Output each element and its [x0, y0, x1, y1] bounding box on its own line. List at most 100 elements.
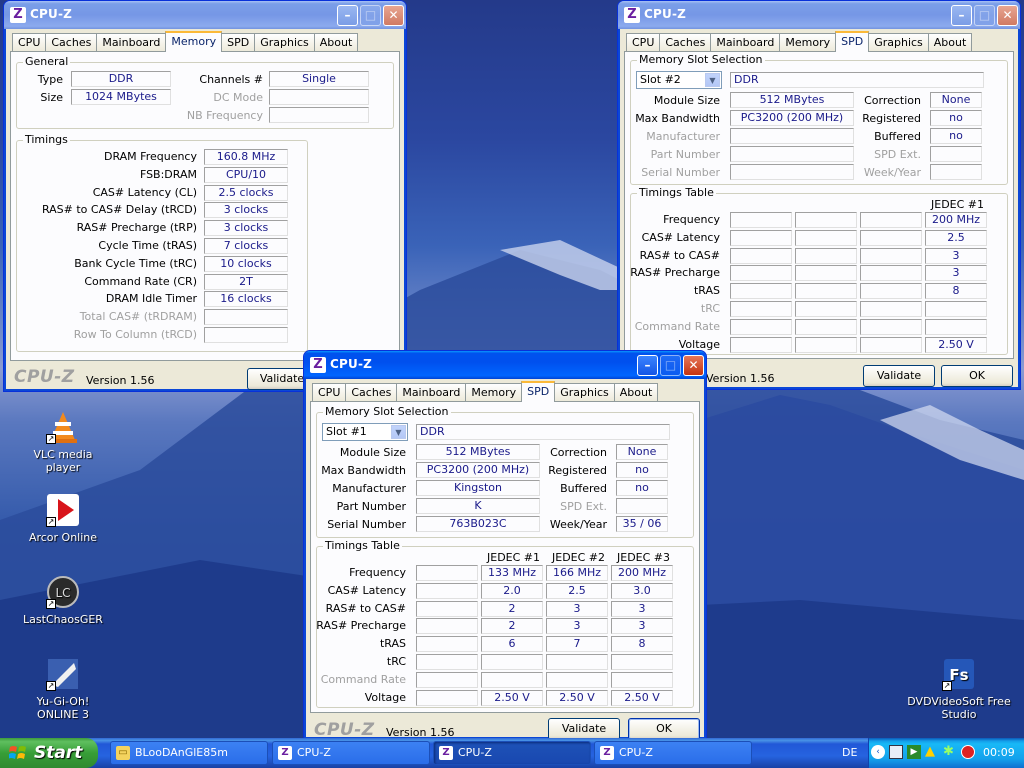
nbfreq-label: NB Frequency — [186, 109, 263, 122]
desktop-icon-lastchaos[interactable]: LC ↗ LastChaosGER — [15, 575, 111, 626]
tab-caches[interactable]: Caches — [345, 383, 398, 402]
slot-selection-group: Memory Slot Selection Slot #1 ▼ DDR Modul… — [316, 405, 694, 538]
type-value: DDR — [71, 71, 171, 87]
dcmode-label: DC Mode — [213, 91, 263, 104]
buffered-label: Buffered — [874, 130, 921, 143]
cpuz-icon: Z — [278, 746, 292, 760]
manufacturer-label: Manufacturer — [332, 482, 406, 495]
tab-spd[interactable]: SPD — [221, 33, 256, 52]
ok-button[interactable]: OK — [941, 365, 1013, 387]
jedec1-cell — [925, 318, 987, 335]
taskbar-item-cpuz-1[interactable]: Z CPU-Z — [272, 741, 430, 765]
tab-about[interactable]: About — [613, 383, 659, 402]
channels-label: Channels # — [199, 73, 263, 86]
minimize-button[interactable]: – — [951, 5, 972, 26]
start-button[interactable]: Start — [0, 738, 98, 768]
desktop-icon-yugioh[interactable]: ↗ Yu-Gi-Oh! ONLINE 3 — [15, 657, 111, 721]
jedec2-cell: 166 MHz — [546, 565, 608, 581]
tab-about[interactable]: About — [313, 33, 359, 52]
jedec-header: JEDEC #1 — [487, 551, 541, 564]
serial-number-value — [730, 164, 854, 180]
title-bar[interactable]: Z CPU-Z – □ ✕ — [304, 351, 706, 379]
clock[interactable]: 00:09 — [983, 746, 1015, 759]
validate-button[interactable]: Validate — [548, 718, 620, 740]
jedec2-cell: 7 — [546, 636, 608, 653]
close-button[interactable]: ✕ — [683, 355, 704, 376]
timing-row-label: RAS# Precharge — [316, 619, 406, 633]
desktop-icon-vlc[interactable]: ↗ VLC media player — [15, 410, 111, 474]
timing-value — [204, 309, 288, 326]
minimize-button[interactable]: – — [637, 355, 658, 376]
close-button[interactable]: ✕ — [997, 5, 1018, 26]
media-play-icon[interactable]: ▶ — [907, 745, 921, 759]
tab-cpu[interactable]: CPU — [312, 383, 347, 402]
tab-memory[interactable]: Memory — [465, 383, 523, 402]
maximize-button[interactable]: □ — [360, 5, 381, 26]
cpuz-window-spd-slot2: Z CPU-Z – □ ✕ CPU Caches Mainboard Memor… — [617, 0, 1021, 390]
lastchaos-icon: LC ↗ — [46, 575, 80, 609]
slot-selected-value: Slot #2 — [640, 73, 681, 86]
taskbar-item-cpuz-2[interactable]: Z CPU-Z — [433, 741, 591, 765]
part-number-value — [730, 146, 854, 162]
jedec3-cell — [611, 654, 673, 670]
tab-memory[interactable]: Memory — [165, 31, 223, 52]
tab-cpu[interactable]: CPU — [626, 33, 661, 52]
timings-group: Timings DRAM Frequency 160.8 MHz FSB:DRAM C… — [16, 133, 308, 352]
tab-spd[interactable]: SPD — [521, 381, 556, 402]
tab-about[interactable]: About — [927, 33, 973, 52]
svg-text:Fs: Fs — [949, 666, 968, 684]
language-indicator[interactable]: DE — [842, 746, 857, 759]
tab-spd[interactable]: SPD — [835, 31, 870, 52]
title-bar[interactable]: Z CPU-Z – □ ✕ — [4, 1, 406, 29]
spd-panel: Memory Slot Selection Slot #2 ▼ DDR Modul… — [624, 51, 1014, 359]
jedec1-cell: 6 — [481, 636, 543, 653]
timing-cell-empty — [860, 318, 922, 335]
tab-cpu[interactable]: CPU — [12, 33, 47, 52]
minimize-button[interactable]: – — [337, 5, 358, 26]
antivirus-icon[interactable] — [961, 745, 975, 759]
timing-cell-empty — [795, 318, 857, 335]
close-button[interactable]: ✕ — [383, 5, 404, 26]
maximize-button[interactable]: □ — [974, 5, 995, 26]
folder-icon: ▭ — [116, 746, 130, 760]
tab-mainboard[interactable]: Mainboard — [96, 33, 167, 52]
slot-select[interactable]: Slot #1 ▼ — [322, 423, 408, 441]
tab-graphics[interactable]: Graphics — [868, 33, 929, 52]
cpuz-logo-icon: Z — [10, 7, 26, 23]
tab-graphics[interactable]: Graphics — [554, 383, 615, 402]
timing-value: 10 clocks — [204, 255, 288, 272]
taskbar-item-cpuz-3[interactable]: Z CPU-Z — [594, 741, 752, 765]
slot-select[interactable]: Slot #2 ▼ — [636, 71, 722, 89]
tab-mainboard[interactable]: Mainboard — [710, 33, 781, 52]
tab-memory[interactable]: Memory — [779, 33, 837, 52]
tray-expand-icon[interactable]: ‹ — [871, 745, 885, 759]
utility-icon[interactable]: ✱ — [943, 745, 957, 759]
yugioh-icon: ↗ — [46, 657, 80, 691]
serial-number-label: Serial Number — [641, 166, 720, 179]
security-alert-icon[interactable]: ▲ — [925, 745, 939, 759]
tab-bar: CPU Caches Mainboard Memory SPD Graphics… — [626, 31, 973, 52]
jedec-header: JEDEC #2 — [552, 551, 606, 564]
group-label: Memory Slot Selection — [323, 405, 451, 418]
title-bar[interactable]: Z CPU-Z – □ ✕ — [618, 1, 1020, 29]
ok-button[interactable]: OK — [628, 718, 700, 740]
size-label: Size — [40, 91, 63, 104]
timing-value: 16 clocks — [204, 291, 288, 308]
desktop-icon-dvdvideosoft[interactable]: Fs ↗ DVDVideoSoft Free Studio — [896, 657, 1022, 721]
timing-cell-empty — [860, 283, 922, 300]
validate-button[interactable]: Validate — [863, 365, 935, 387]
group-label: Memory Slot Selection — [637, 53, 765, 66]
tab-caches[interactable]: Caches — [659, 33, 712, 52]
tab-mainboard[interactable]: Mainboard — [396, 383, 467, 402]
desktop-icon-arcor[interactable]: ↗ Arcor Online — [15, 493, 111, 544]
maximize-button[interactable]: □ — [660, 355, 681, 376]
cpuz-icon: Z — [600, 746, 614, 760]
timing-cell-empty — [730, 283, 792, 300]
buffered-value: no — [930, 128, 982, 144]
timing-value: 2.5 clocks — [204, 184, 288, 201]
tab-caches[interactable]: Caches — [45, 33, 98, 52]
timing-cell-empty — [730, 212, 792, 228]
tab-graphics[interactable]: Graphics — [254, 33, 315, 52]
taskbar-item-folder[interactable]: ▭ BLooDAnGlE85m — [110, 741, 268, 765]
network-icon[interactable] — [889, 745, 903, 759]
